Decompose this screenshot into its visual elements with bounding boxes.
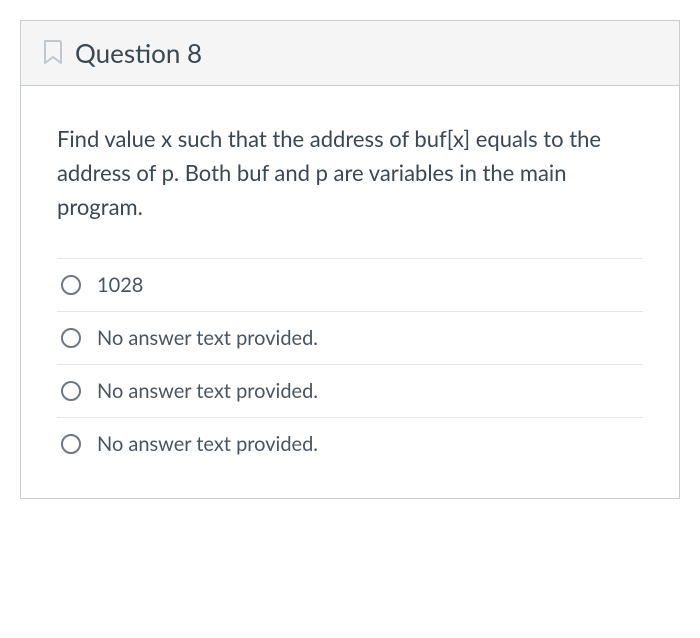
radio-icon <box>61 434 81 454</box>
question-header: Question 8 <box>21 21 679 86</box>
option-label: No answer text provided. <box>97 379 318 403</box>
option-1[interactable]: No answer text provided. <box>57 312 643 365</box>
question-body: Find value x such that the address of bu… <box>21 86 679 498</box>
option-label: No answer text provided. <box>97 432 318 456</box>
option-2[interactable]: No answer text provided. <box>57 365 643 418</box>
options-list: 1028 No answer text provided. No answer … <box>57 258 643 470</box>
radio-icon <box>61 275 81 295</box>
radio-icon <box>61 328 81 348</box>
radio-icon <box>61 381 81 401</box>
question-text: Find value x such that the address of bu… <box>57 122 643 224</box>
option-3[interactable]: No answer text provided. <box>57 418 643 470</box>
question-title: Question 8 <box>75 37 202 69</box>
option-label: 1028 <box>97 273 143 297</box>
option-label: No answer text provided. <box>97 326 318 350</box>
bookmark-icon <box>41 39 65 67</box>
option-0[interactable]: 1028 <box>57 259 643 312</box>
question-card: Question 8 Find value x such that the ad… <box>20 20 680 499</box>
